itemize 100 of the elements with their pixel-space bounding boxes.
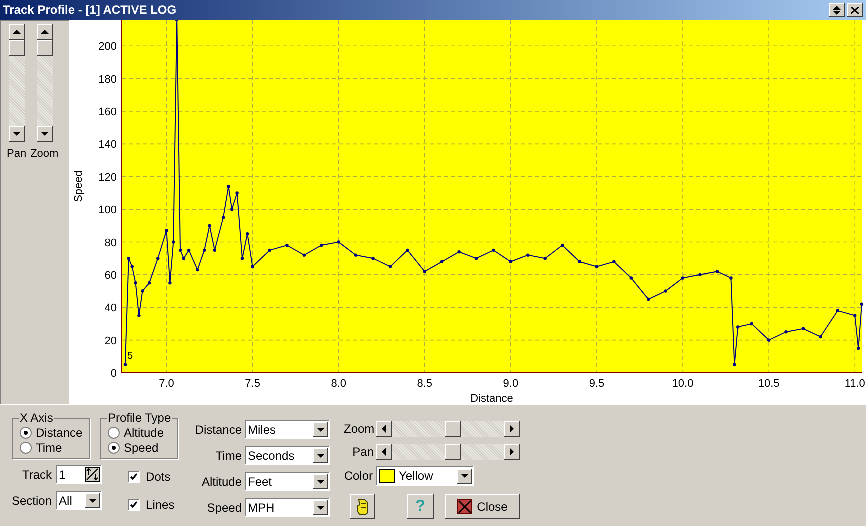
data-point [134, 282, 138, 285]
data-point [819, 335, 822, 339]
data-point [630, 276, 633, 280]
section-select[interactable]: All [56, 491, 102, 510]
checkbox[interactable] [128, 471, 140, 483]
slider-thumb[interactable] [36, 40, 53, 56]
down-arrow-icon [316, 426, 326, 434]
scroll-up-button[interactable] [36, 24, 53, 40]
data-point [698, 273, 702, 277]
dropdown-arrow-button[interactable] [313, 422, 328, 437]
down-arrow-icon [316, 478, 326, 486]
x-tick-label: 9.0 [503, 378, 519, 390]
spin-arrows-icon[interactable] [85, 467, 100, 482]
data-point [526, 254, 530, 257]
color-label: Color [344, 468, 373, 485]
slider-label: Zoom [30, 147, 59, 162]
data-point [222, 216, 226, 220]
down-arrow-icon [316, 504, 326, 512]
data-point [647, 298, 650, 302]
vertical-slider[interactable] [8, 40, 25, 126]
right-arrow-icon [508, 447, 516, 457]
down-arrow-icon [460, 472, 470, 480]
close-window-button[interactable] [847, 3, 863, 17]
up-down-arrow-icon [833, 6, 841, 14]
data-point [730, 276, 733, 280]
y-tick-label: 180 [98, 74, 117, 86]
data-point [492, 248, 496, 252]
scroll-down-button[interactable] [8, 126, 25, 142]
data-point [251, 265, 254, 268]
group-title: Profile Type [107, 411, 172, 425]
radio-button[interactable] [20, 442, 32, 454]
x-tick-label: 9.5 [589, 378, 605, 390]
scroll-right-button[interactable] [504, 421, 520, 437]
close-icon [851, 6, 859, 14]
y-tick-label: 200 [98, 41, 117, 54]
close-x-icon [457, 498, 474, 514]
y-tick-label: 120 [98, 172, 117, 184]
dropdown-arrow-button[interactable] [313, 500, 328, 515]
y-tick-label: 80 [104, 237, 117, 250]
checkbox[interactable] [128, 499, 140, 511]
unit-label: Distance [194, 422, 242, 438]
data-point [578, 260, 582, 264]
scroll-right-button[interactable] [504, 444, 520, 460]
data-point [860, 302, 864, 306]
color-select[interactable]: Yellow [376, 466, 474, 486]
data-point [733, 363, 736, 366]
unit-select[interactable]: Seconds [245, 446, 330, 465]
dropdown-arrow-button[interactable] [313, 474, 328, 489]
left-arrow-icon [380, 447, 388, 457]
spinner-value: 1 [58, 466, 66, 484]
radio-label: Time [36, 440, 62, 456]
horizontal-slider[interactable] [376, 421, 520, 437]
vertical-slider[interactable] [36, 40, 53, 126]
data-point [854, 314, 857, 318]
data-point [767, 338, 771, 342]
unit-select[interactable]: Feet [245, 472, 330, 491]
unit-select[interactable]: MPH [245, 498, 330, 517]
data-point [716, 270, 720, 274]
radio-button[interactable] [108, 426, 120, 438]
dropdown-arrow-button[interactable] [457, 468, 472, 484]
data-point [182, 257, 186, 260]
restore-button[interactable] [829, 3, 845, 17]
radio-button[interactable] [20, 426, 32, 438]
scroll-left-button[interactable] [376, 421, 392, 437]
left-arrow-icon [380, 424, 388, 434]
horizontal-slider[interactable] [376, 444, 520, 460]
scroll-left-button[interactable] [376, 444, 392, 460]
data-point [141, 290, 144, 293]
data-point [227, 185, 230, 188]
field-label: Track [22, 466, 52, 484]
data-point [138, 314, 141, 318]
print-button[interactable] [350, 494, 375, 519]
y-tick-label: 60 [104, 270, 117, 282]
y-tick-label: 100 [98, 204, 117, 217]
data-point [560, 244, 564, 248]
track-spinner[interactable]: 1 [56, 465, 102, 484]
scroll-up-button[interactable] [8, 24, 25, 40]
unit-select[interactable]: Miles [245, 420, 330, 439]
close-button[interactable]: Close [445, 494, 520, 519]
slider-thumb[interactable] [8, 40, 25, 56]
unit-label: Time [214, 448, 242, 464]
y-tick-label: 140 [98, 139, 117, 152]
data-point [208, 224, 212, 228]
slider-label: Pan [352, 444, 374, 461]
data-point [423, 270, 426, 274]
x-tick-label: 11.0 [844, 378, 866, 390]
scroll-down-button[interactable] [36, 126, 53, 142]
select-value: All [58, 492, 72, 510]
slider-thumb[interactable] [444, 444, 461, 460]
slider-thumb[interactable] [444, 421, 461, 437]
data-point [664, 290, 668, 293]
dropdown-arrow-button[interactable] [313, 448, 328, 463]
data-point [127, 257, 130, 260]
data-point [203, 248, 206, 252]
data-point [337, 240, 340, 244]
x-tick-label: 10.5 [758, 378, 780, 390]
data-point [168, 282, 172, 285]
radio-label: Altitude [124, 424, 164, 442]
radio-button[interactable] [108, 442, 120, 454]
dropdown-arrow-button[interactable] [85, 493, 100, 508]
